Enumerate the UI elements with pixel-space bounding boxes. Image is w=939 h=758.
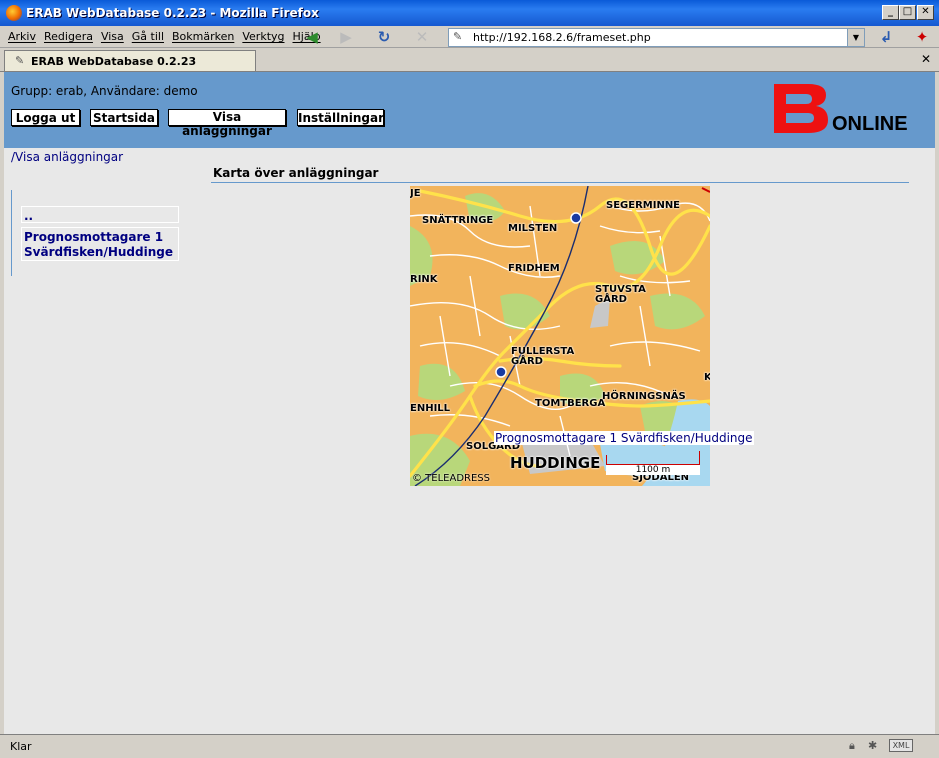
map-label: RINK <box>410 274 438 285</box>
breadcrumb[interactable]: /Visa anläggningar <box>11 150 123 164</box>
maximize-button[interactable]: □ <box>899 5 916 20</box>
bug-icon: ✱ <box>868 739 878 752</box>
xml-icon: XML <box>889 739 913 752</box>
map-copyright: © TELEADRESS <box>412 473 490 484</box>
close-tab-icon[interactable]: ✕ <box>921 52 931 66</box>
map-label: ENHILL <box>410 403 451 414</box>
menu-redigera[interactable]: Redigera <box>44 30 93 43</box>
home-button[interactable]: Startsida <box>90 109 158 126</box>
section-title: Karta över anläggningar <box>213 166 379 180</box>
sidebar-item-facility[interactable]: Prognosmottagare 1 Svärdfisken/Huddinge <box>21 227 179 261</box>
er-online-logo: ONLINE <box>772 82 924 136</box>
show-facilities-button[interactable]: Visa anläggningar <box>168 109 286 138</box>
stop-icon[interactable]: ✕ <box>412 28 432 46</box>
firefox-icon <box>6 5 22 21</box>
map-label: GÅRD <box>511 356 543 367</box>
page-icon: ✎ <box>453 30 463 43</box>
window-title-bar[interactable]: ERAB WebDatabase 0.2.23 - Mozilla Firefo… <box>0 0 939 26</box>
page-header: Grupp: erab, Användare: demo Logga ut St… <box>4 72 935 148</box>
map-label: JE <box>410 188 421 199</box>
menu-bokmarken[interactable]: Bokmärken <box>172 30 234 43</box>
page-viewport: Grupp: erab, Användare: demo Logga ut St… <box>4 72 935 734</box>
user-group-text: Grupp: erab, Användare: demo <box>11 84 198 98</box>
section-divider <box>211 182 909 183</box>
chevron-down-icon[interactable]: ▼ <box>847 29 864 46</box>
menu-visa[interactable]: Visa <box>101 30 124 43</box>
menu-bar: Arkiv Redigera Visa Gå till Bokmärken Ve… <box>8 30 321 43</box>
close-button[interactable]: ✕ <box>917 5 934 20</box>
forward-arrow-icon[interactable]: ▶ <box>336 28 356 46</box>
minimize-button[interactable]: _ <box>882 5 899 20</box>
map-label: FRIDHEM <box>508 263 560 274</box>
menu-toolbar: Arkiv Redigera Visa Gå till Bokmärken Ve… <box>0 26 939 48</box>
tab-erab-webdatabase[interactable]: ✎ ERAB WebDatabase 0.2.23 <box>4 50 256 71</box>
settings-button[interactable]: Inställningar <box>297 109 384 126</box>
map-label: TOMTBERGA <box>535 398 606 409</box>
map-scale: 1100 m <box>606 464 700 475</box>
sidebar: .. Prognosmottagare 1 Svärdfisken/Huddin… <box>11 190 181 276</box>
lock-icon: 🔒︎ <box>849 739 855 752</box>
menu-verktyg[interactable]: Verktyg <box>242 30 284 43</box>
map-label: SNÄTTRINGE <box>422 215 494 226</box>
map-label: MILSTEN <box>508 223 558 234</box>
map-label: SEGERMINNE <box>606 200 681 211</box>
menu-arkiv[interactable]: Arkiv <box>8 30 36 43</box>
sidebar-item-parent[interactable]: .. <box>21 206 179 223</box>
er-logo-icon <box>774 84 828 133</box>
map-label: HÖRNINGSNÄS <box>602 391 686 402</box>
tab-label: ERAB WebDatabase 0.2.23 <box>31 55 197 68</box>
url-bar[interactable]: ✎ http://192.168.2.6/frameset.php ▼ <box>448 28 865 47</box>
map-label: GÅRD <box>595 294 627 305</box>
map-label: K <box>704 372 710 383</box>
logo-online-text: ONLINE <box>832 113 908 135</box>
menu-ga-till[interactable]: Gå till <box>132 30 164 43</box>
status-text: Klar <box>10 740 32 753</box>
back-arrow-icon[interactable]: ◀ <box>302 28 322 46</box>
page-icon: ✎ <box>15 54 25 67</box>
logout-button[interactable]: Logga ut <box>11 109 80 126</box>
window-title: ERAB WebDatabase 0.2.23 - Mozilla Firefo… <box>26 6 319 20</box>
map-label-huddinge: HUDDINGE <box>510 454 601 472</box>
status-bar: Klar 🔒︎ ✱ XML <box>0 734 939 758</box>
throbber-icon: ✦ <box>915 28 929 46</box>
go-arrow-icon[interactable]: ↲ <box>876 28 896 46</box>
reload-icon[interactable]: ↻ <box>374 28 394 46</box>
url-text: http://192.168.2.6/frameset.php <box>473 31 651 44</box>
map-facility-link[interactable]: Prognosmottagare 1 Svärdfisken/Huddinge <box>494 431 754 445</box>
tab-bar: ✎ ERAB WebDatabase 0.2.23 ✕ <box>0 48 939 72</box>
